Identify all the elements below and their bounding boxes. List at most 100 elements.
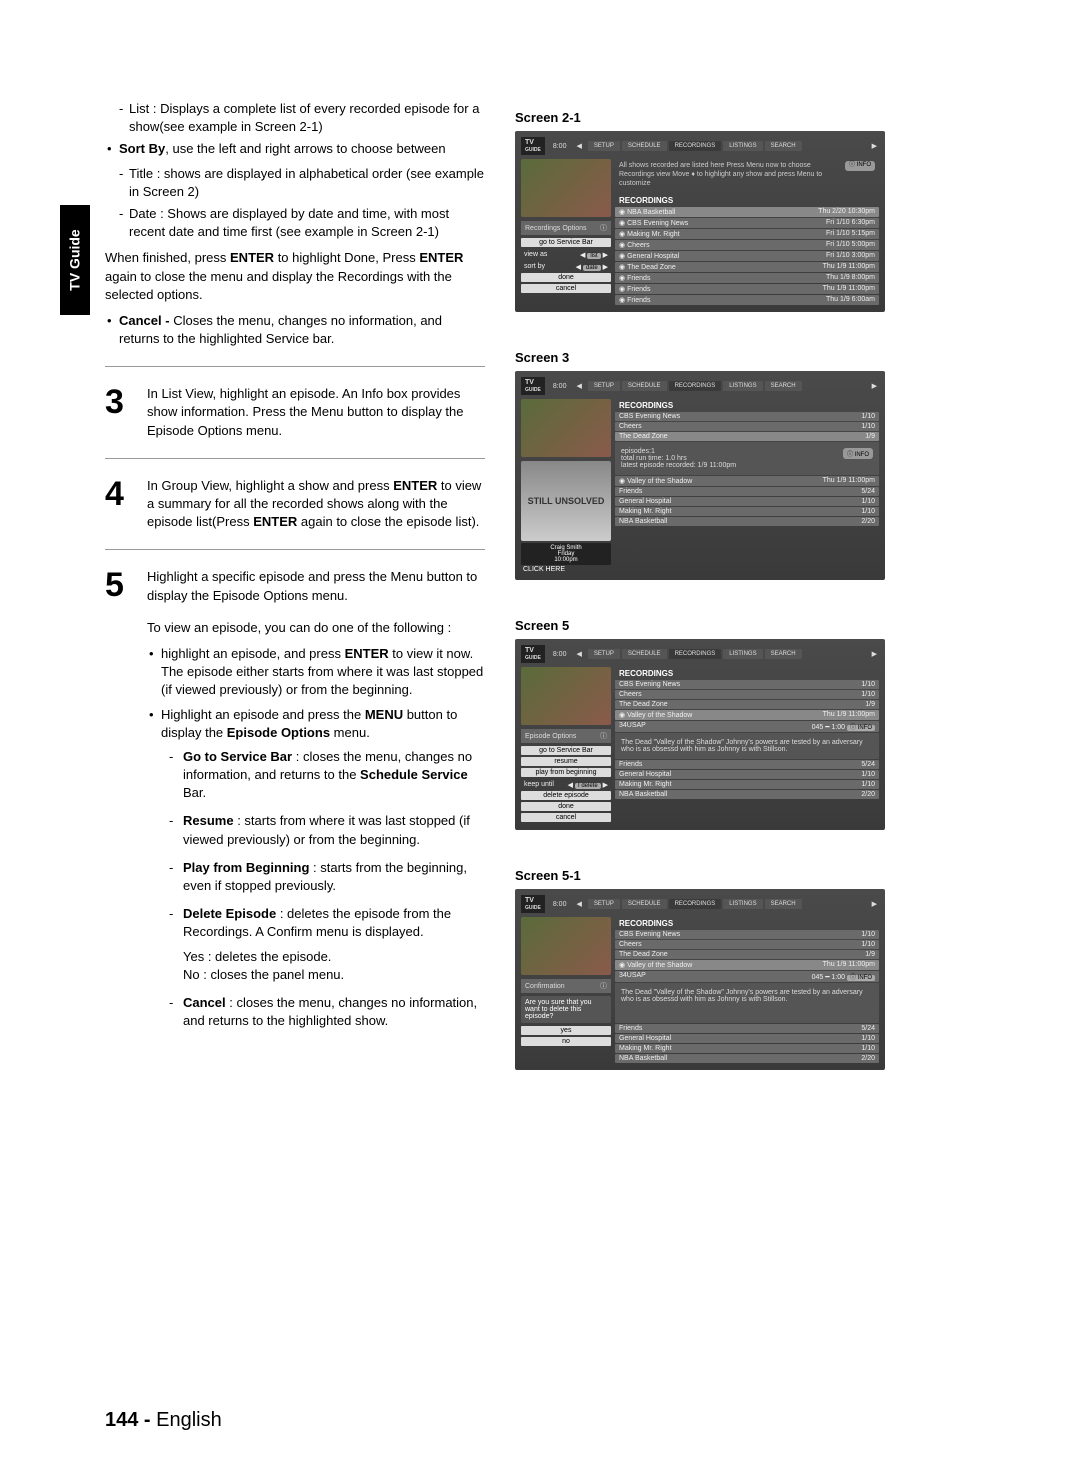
step-4-body: In Group View, highlight a show and pres… [147, 477, 485, 532]
t: Thu 1/9 6:00am [826, 296, 875, 304]
list-row: The Dead Zone1/9 [615, 432, 879, 441]
t: Making Mr. Right [619, 508, 672, 515]
separator [105, 458, 485, 459]
t: 1/10 [861, 941, 875, 948]
step5-play: Play from Beginning : starts from the be… [147, 859, 485, 895]
tab-recordings: RECORDINGS [669, 899, 722, 909]
screen-5-1-title: Screen 5-1 [515, 868, 1020, 883]
t: 1/10 [861, 681, 875, 688]
panel-title: Recordings Optionsⓘ [521, 221, 611, 235]
step-5-body: Highlight a specific episode and press t… [147, 568, 485, 1034]
t: 1/10 [861, 771, 875, 778]
tab-setup: SETUP [588, 899, 620, 909]
info-pill: ⓘ INFO [843, 448, 873, 459]
t: ENTER [393, 478, 437, 493]
list-header: RECORDINGS [615, 399, 879, 412]
left-column: List : Displays a complete list of every… [105, 100, 485, 1402]
t: General Hospital [619, 1035, 671, 1042]
t: Cancel - [119, 313, 170, 328]
arrow-left-icon: ◀ [574, 382, 583, 390]
t: Recordings Options [525, 225, 586, 232]
list-row: Making Mr. Right1/10 [615, 780, 879, 789]
tab-listings: LISTINGS [723, 649, 762, 659]
t: NBA Basketball [619, 1055, 667, 1062]
list-header: RECORDINGS [615, 917, 879, 930]
t: list [587, 253, 600, 259]
ad-thumb: STILL UNSOLVED [521, 461, 611, 541]
episode-summary: ⓘ INFOepisodes:1 total run time: 1.0 hrs… [615, 442, 879, 475]
step-3-num: 3 [105, 385, 133, 440]
step-4-num: 4 [105, 477, 133, 532]
panel-title: Confirmationⓘ [521, 979, 611, 993]
list-row: Friends5/24 [615, 1024, 879, 1033]
clock: 8:00 [549, 383, 571, 390]
info-icon: ⓘ [600, 731, 607, 741]
list-row-selected: ◉Valley of the ShadowThu 1/9 11:00pm [615, 960, 879, 970]
done-button: done [521, 802, 611, 811]
t: MENU [365, 707, 403, 722]
step5-b2: Highlight an episode and press the MENU … [147, 706, 485, 742]
no-button: no [521, 1037, 611, 1046]
t: 10:00pm [523, 557, 609, 563]
list-row: General Hospital1/10 [615, 497, 879, 506]
screen-5: TVGUIDE 8:00 ◀ SETUP SCHEDULE RECORDINGS… [515, 639, 885, 830]
list-row: CBS Evening News1/10 [615, 680, 879, 689]
sortby-bold: Sort By [119, 141, 165, 156]
preview-thumb [521, 667, 611, 725]
t: 1/9 [865, 951, 875, 958]
tab-listings: LISTINGS [723, 381, 762, 391]
list-row: ◉The Dead ZoneThu 1/9 11:00pm [615, 262, 879, 272]
step-3: 3 In List View, highlight an episode. An… [105, 385, 485, 440]
t: Go to Service Bar [183, 749, 292, 764]
date-desc: Date : Shows are displayed by date and t… [105, 205, 485, 241]
t: highlight an episode, and press [161, 646, 345, 661]
separator [105, 366, 485, 367]
t: 1/10 [861, 508, 875, 515]
t: ENTER [253, 514, 297, 529]
clock: 8:00 [549, 143, 571, 150]
t: Schedule Service [360, 767, 468, 782]
step-5-num: 5 [105, 568, 133, 1034]
t: Friends [627, 286, 650, 293]
list-row: ◉Making Mr. RightFri 1/10 5:15pm [615, 229, 879, 239]
t: keep until [524, 781, 554, 789]
t: Thu 1/9 11:00pm [823, 961, 875, 969]
page-language: English [156, 1409, 222, 1431]
channel-row: 34USAP045 ━ 1:00 ⓘ INFO [615, 971, 879, 982]
cancel-button: cancel [521, 813, 611, 822]
tvguide-logo: TVGUIDE [521, 645, 545, 663]
keep-until-row: keep until◀ I delete ▶ [521, 779, 611, 791]
t: Fri 1/10 3:00pm [826, 252, 875, 260]
t: sort by [524, 263, 545, 271]
page-footer: 144 - English [105, 1409, 222, 1432]
tvguide-logo: TVGUIDE [521, 895, 545, 913]
t: 34USAP [619, 972, 646, 981]
confirm-question: Are you sure that you want to delete thi… [521, 996, 611, 1023]
sortby-rest: , use the left and right arrows to choos… [165, 141, 445, 156]
t: 34USAP [619, 722, 646, 731]
t: In Group View, highlight a show and pres… [147, 478, 393, 493]
right-column: Screen 2-1 TVGUIDE 8:00 ◀ SETUP SCHEDULE… [515, 100, 1020, 1402]
record-icon: ◉ [619, 220, 625, 227]
arrow-left-icon: ◀ [574, 142, 583, 150]
t: Cheers [619, 423, 642, 430]
list-row: Making Mr. Right 1/10 [615, 507, 879, 516]
t: CBS Evening News [619, 931, 680, 938]
t: Episode Options [227, 725, 330, 740]
t: Valley of the Shadow [627, 962, 692, 969]
record-icon: ◉ [619, 712, 625, 719]
title-desc: Title : shows are displayed in alphabeti… [105, 165, 485, 201]
t: Making Mr. Right [627, 231, 680, 238]
tab-setup: SETUP [588, 141, 620, 151]
list-row-selected: ◉Valley of the ShadowThu 1/9 11:00pm [615, 710, 879, 720]
t: CBS Evening News [619, 413, 680, 420]
record-icon: ◉ [619, 264, 625, 271]
t: Valley of the Shadow [627, 478, 692, 485]
separator [105, 549, 485, 550]
list-row: Cheers1/10 [615, 422, 879, 431]
t: Making Mr. Right [619, 781, 672, 788]
list-row: Making Mr. Right1/10 [615, 1044, 879, 1053]
list-row: General Hospital1/10 [615, 1034, 879, 1043]
sortby-row: sort by◀ date ▶ [521, 261, 611, 273]
preview-thumb [521, 399, 611, 457]
